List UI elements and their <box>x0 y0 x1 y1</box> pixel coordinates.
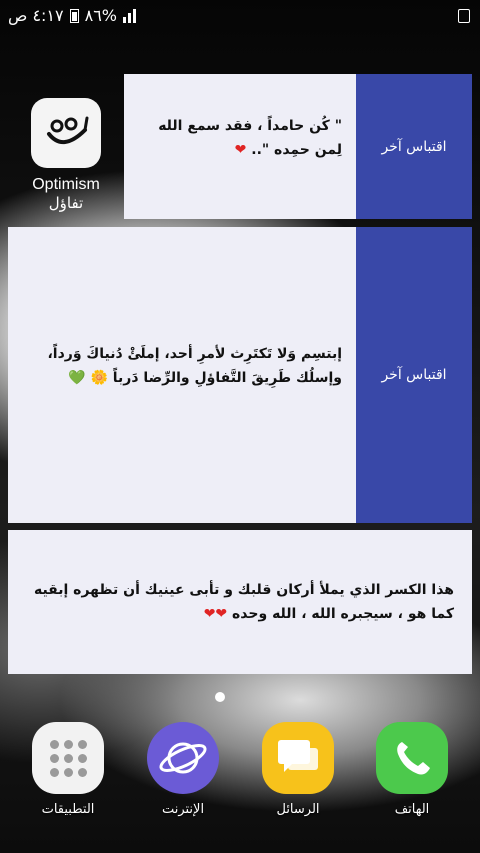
flower-icon: 🌼 <box>90 370 108 386</box>
quote-3: هذا الكسر الذي يملأ أركان قلبك و تأبى عي… <box>33 582 454 622</box>
dock-label-phone: الهاتف <box>394 802 430 817</box>
heart-icon: ❤ <box>234 142 247 158</box>
dock-phone[interactable]: الهاتف <box>372 722 452 817</box>
quote-1: " كُن حامداً ، فقد سمع الله لِمن حمِده "… <box>158 118 342 158</box>
dock-internet[interactable]: الإنترنت <box>143 722 223 817</box>
another-quote-button[interactable]: اقتباس آخر <box>356 227 472 523</box>
dock-label-internet: الإنترنت <box>161 802 205 817</box>
quote-text-3: هذا الكسر الذي يملأ أركان قلبك و تأبى عي… <box>24 578 454 626</box>
quote-text-2: إبتسِم وَلا تَكتَرِث لأمرِ أحد، إملَئْ د… <box>24 342 342 390</box>
clock: ٤:١٧ ص <box>8 6 64 25</box>
app-optimism[interactable]: Optimism تفاؤل <box>24 98 108 212</box>
quote-text-1: " كُن حامداً ، فقد سمع الله لِمن حمِده "… <box>136 114 342 162</box>
battery-percent: %٨٦ <box>84 6 117 25</box>
dock: التطبيقات الإنترنت الرسائل الهاتف <box>0 722 480 832</box>
dock-apps[interactable]: التطبيقات <box>28 722 108 817</box>
battery-icon <box>69 8 79 23</box>
optimism-icon <box>31 98 101 168</box>
quote-widget-1: " كُن حامداً ، فقد سمع الله لِمن حمِده "… <box>124 74 472 219</box>
app-subtitle: تفاؤل <box>48 194 84 212</box>
quote-widget-2: إبتسِم وَلا تَكتَرِث لأمرِ أحد، إملَئْ د… <box>8 227 472 523</box>
apps-grid-icon <box>32 722 104 794</box>
internet-planet-icon <box>147 722 219 794</box>
app-name: Optimism <box>32 176 100 193</box>
status-bar: %٨٦ ٤:١٧ ص <box>0 0 480 32</box>
phone-icon <box>376 722 448 794</box>
green-heart-icon: 💚 <box>68 370 86 386</box>
messages-icon <box>262 722 334 794</box>
page-indicator-dot[interactable] <box>215 692 225 702</box>
notification-icon <box>458 9 470 23</box>
signal-icon <box>123 8 136 23</box>
quote-widget-3: هذا الكسر الذي يملأ أركان قلبك و تأبى عي… <box>8 530 472 674</box>
status-right <box>458 8 470 27</box>
status-left: %٨٦ ٤:١٧ ص <box>8 6 136 25</box>
dock-label-apps: التطبيقات <box>41 802 95 817</box>
another-quote-button[interactable]: اقتباس آخر <box>356 74 472 219</box>
dock-messages[interactable]: الرسائل <box>258 722 338 817</box>
dock-label-messages: الرسائل <box>276 802 320 817</box>
hearts-icon: ❤❤ <box>203 606 228 622</box>
